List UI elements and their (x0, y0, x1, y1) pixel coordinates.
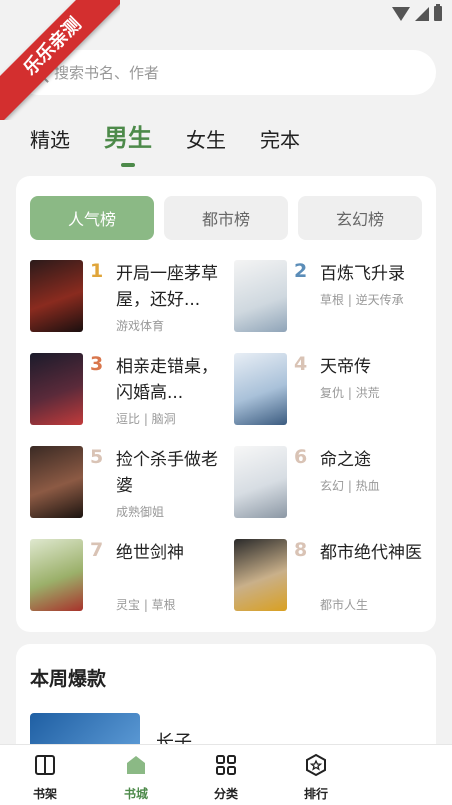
book-title: 相亲走错桌，闪婚高... (116, 357, 218, 403)
book-tags: 草根 | 逆天传承 (320, 293, 404, 307)
book-cover (234, 353, 287, 425)
book-cover (30, 353, 83, 425)
book-title: 天帝传 (320, 357, 371, 377)
book-item[interactable]: 8 都市绝代神医 都市人生 (234, 539, 434, 619)
tab-fantasy-rank[interactable]: 玄幻榜 (298, 196, 422, 240)
book-cover (30, 446, 83, 518)
book-tags: 逗比 | 脑洞 (116, 412, 176, 426)
nav-label: 书架 (32, 787, 57, 801)
book-item[interactable]: 3 相亲走错桌，闪婚高... 逗比 | 脑洞 (30, 353, 230, 433)
wifi-icon (392, 6, 410, 21)
rank-icon (306, 753, 326, 777)
book-tags: 都市人生 (320, 598, 369, 612)
book-icon (35, 755, 55, 775)
book-title: 命之途 (320, 450, 371, 470)
book-cover (234, 446, 287, 518)
nav-bookshelf[interactable]: 书架 (15, 753, 75, 802)
book-cover (30, 539, 83, 611)
rank-number: 4 (294, 353, 308, 375)
ranking-card: 人气榜 都市榜 玄幻榜 1 开局一座茅草屋，还好... 游戏体育 2 百炼飞升录… (16, 176, 436, 632)
signal-icon (415, 6, 429, 21)
corner-ribbon: 乐乐亲测 (0, 0, 120, 120)
grid-icon (216, 755, 236, 775)
nav-label: 书城 (123, 787, 148, 801)
battery-icon (434, 4, 442, 21)
nav-label: 分类 (213, 787, 238, 801)
rank-number: 5 (90, 446, 104, 468)
book-title: 绝世剑神 (116, 543, 184, 563)
tab-male[interactable]: 男生 (104, 118, 152, 167)
book-title: 都市绝代神医 (320, 543, 422, 563)
tab-completed[interactable]: 完本 (260, 124, 300, 153)
tab-urban-rank[interactable]: 都市榜 (164, 196, 288, 240)
book-tags: 成熟御姐 (116, 505, 165, 519)
rank-number: 6 (294, 446, 308, 468)
book-item[interactable]: 2 百炼飞升录 草根 | 逆天传承 (234, 260, 434, 340)
bottom-nav: 书架 书城 分类 排行 (0, 744, 452, 805)
rank-number: 1 (90, 260, 104, 282)
book-tags: 灵宝 | 草根 (116, 598, 176, 612)
book-cover (234, 539, 287, 611)
home-icon (127, 756, 145, 774)
book-tags: 游戏体育 (116, 319, 165, 333)
ribbon-text: 乐乐亲测 (0, 0, 120, 120)
book-title: 捡个杀手做老婆 (116, 450, 218, 496)
book-item[interactable]: 7 绝世剑神 灵宝 | 草根 (30, 539, 230, 619)
rank-number: 3 (90, 353, 104, 375)
book-title: 百炼飞升录 (320, 264, 405, 284)
book-tags: 复仇 | 洪荒 (320, 386, 380, 400)
top-tabs: 精选 男生 女生 完本 (30, 118, 334, 167)
rank-number: 7 (90, 539, 104, 561)
nav-ranking[interactable]: 排行 (286, 753, 346, 802)
nav-label: 排行 (303, 787, 328, 801)
rank-number: 2 (294, 260, 308, 282)
rank-tabs: 人气榜 都市榜 玄幻榜 (30, 196, 422, 240)
book-title: 开局一座茅草屋，还好... (116, 264, 218, 310)
book-tags: 玄幻 | 热血 (320, 479, 380, 493)
book-cover (30, 260, 83, 332)
rank-number: 8 (294, 539, 308, 561)
tab-popular-rank[interactable]: 人气榜 (30, 196, 154, 240)
tab-female[interactable]: 女生 (186, 124, 226, 153)
nav-bookstore[interactable]: 书城 (106, 753, 166, 802)
book-item[interactable]: 4 天帝传 复仇 | 洪荒 (234, 353, 434, 433)
tab-featured[interactable]: 精选 (30, 124, 70, 153)
book-item[interactable]: 5 捡个杀手做老婆 成熟御姐 (30, 446, 230, 526)
section-title: 本周爆款 (30, 668, 107, 690)
book-item[interactable]: 1 开局一座茅草屋，还好... 游戏体育 (30, 260, 230, 340)
nav-category[interactable]: 分类 (196, 753, 256, 802)
book-item[interactable]: 6 命之途 玄幻 | 热血 (234, 446, 434, 526)
book-cover (234, 260, 287, 332)
